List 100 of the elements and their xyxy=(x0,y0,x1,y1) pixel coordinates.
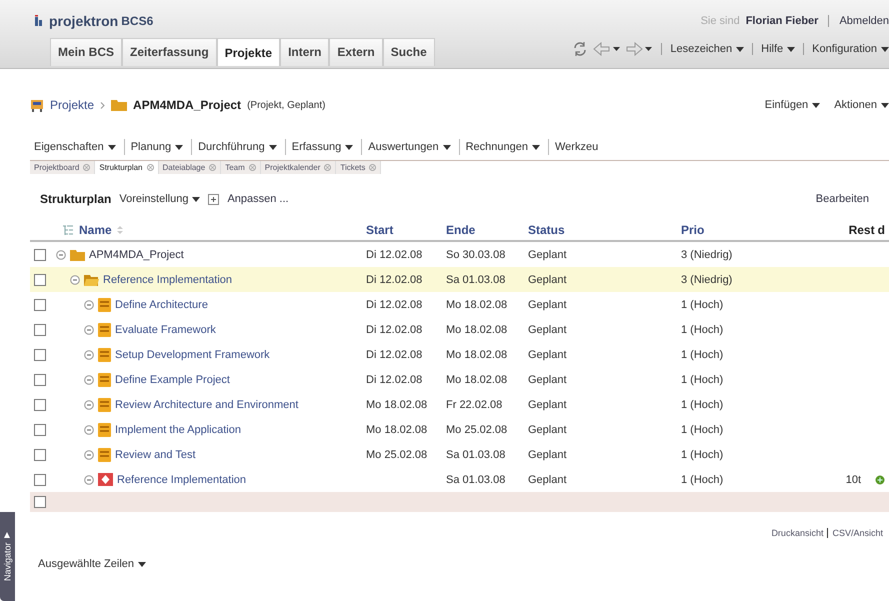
menu-item[interactable]: Werkzeu xyxy=(549,141,606,153)
column-header[interactable]: Start xyxy=(366,223,394,237)
collapse-icon[interactable] xyxy=(84,324,94,334)
close-icon[interactable] xyxy=(146,164,154,172)
menu-item[interactable]: Eigenschaften xyxy=(30,141,124,153)
collapse-icon[interactable] xyxy=(84,300,94,310)
task-name[interactable]: Review Architecture and Environment xyxy=(115,398,298,410)
forward-arrow-icon[interactable] xyxy=(625,42,654,56)
sub-tab[interactable]: Projektkalender xyxy=(260,161,336,174)
user-name: Florian Fieber xyxy=(746,15,818,27)
task-name[interactable]: APM4MDA_Project xyxy=(89,248,184,260)
end-date: Mo 18.02.08 xyxy=(446,374,508,386)
task-name[interactable]: Review and Test xyxy=(115,448,196,460)
task-folder-icon xyxy=(98,448,111,462)
add-circle-icon[interactable] xyxy=(875,474,885,484)
checkbox[interactable] xyxy=(34,448,46,461)
footer-link[interactable]: Druckansicht xyxy=(771,528,824,538)
collapse-icon[interactable] xyxy=(84,424,94,434)
collapse-icon[interactable] xyxy=(84,374,94,384)
start-date: Mo 25.02.08 xyxy=(366,448,428,460)
main-tab[interactable]: Suche xyxy=(382,38,435,66)
task-name[interactable]: Setup Development Framework xyxy=(115,348,270,360)
action-menu[interactable]: Einfügen xyxy=(764,99,820,111)
main-tab[interactable]: Mein BCS xyxy=(50,38,122,66)
task-name[interactable]: Reference Implementation xyxy=(117,474,246,486)
edit-link[interactable]: Bearbeiten xyxy=(816,193,869,205)
task-folder-icon xyxy=(98,422,111,436)
table-row[interactable]: Implement the Application Mo 18.02.08 Mo 25.02.08 Geplant 1 (Hoch) xyxy=(30,417,889,442)
collapse-icon[interactable] xyxy=(84,350,94,360)
caret-icon xyxy=(138,562,146,567)
table-row[interactable]: Reference Implementation Sa 01.03.08 Geplant 1 (Hoch) 10t xyxy=(30,467,889,492)
logout-link[interactable]: Abmelden xyxy=(839,15,889,27)
checkbox[interactable] xyxy=(34,348,46,361)
start-date: Di 12.02.08 xyxy=(366,274,422,286)
column-header[interactable]: Prio xyxy=(681,223,704,237)
back-arrow-icon[interactable] xyxy=(593,42,622,56)
plus-box-icon[interactable] xyxy=(208,194,220,204)
task-name[interactable]: Evaluate Framework xyxy=(115,324,216,336)
collapse-icon[interactable] xyxy=(70,274,80,284)
collapse-icon[interactable] xyxy=(84,450,94,460)
start-date: Di 12.02.08 xyxy=(366,324,422,336)
end-date: Sa 01.03.08 xyxy=(446,448,506,460)
main-tab[interactable]: Extern xyxy=(329,38,383,66)
column-header[interactable]: d xyxy=(878,223,885,237)
collapse-icon[interactable] xyxy=(84,474,94,484)
priority-text: 1 (Hoch) xyxy=(681,474,724,486)
start-date: Di 12.02.08 xyxy=(366,298,422,310)
sub-tab[interactable]: Team xyxy=(221,161,261,174)
preset-menu[interactable]: Voreinstellung xyxy=(119,193,200,205)
task-name[interactable]: Define Example Project xyxy=(115,374,230,386)
sub-tab[interactable]: Dateiablage xyxy=(158,161,222,174)
table-row[interactable]: Define Example Project Di 12.02.08 Mo 18.02.08 Geplant 1 (Hoch) xyxy=(30,367,889,392)
main-tab[interactable]: Zeiterfassung xyxy=(122,38,217,66)
menu-item[interactable]: Durchführung xyxy=(192,141,285,153)
main-tab[interactable]: Intern xyxy=(280,38,330,66)
column-header[interactable]: Rest xyxy=(848,223,875,237)
action-menu[interactable]: Aktionen xyxy=(834,99,889,111)
top-menu[interactable]: Lesezeichen xyxy=(670,43,744,55)
task-name[interactable]: Define Architecture xyxy=(115,298,208,310)
collapse-icon[interactable] xyxy=(56,250,66,260)
breadcrumb-link[interactable]: Projekte xyxy=(50,98,94,112)
menu-item[interactable]: Planung xyxy=(124,141,192,153)
selected-rows-menu[interactable]: Ausgewählte Zeilen xyxy=(38,558,146,570)
footer-link[interactable]: CSV/Ansicht xyxy=(832,528,883,538)
checkbox[interactable] xyxy=(34,324,46,336)
menu-item[interactable]: Auswertungen xyxy=(362,141,459,153)
table-row[interactable]: Evaluate Framework Di 12.02.08 Mo 18.02.08 Geplant 1 (Hoch) xyxy=(30,317,889,342)
checkbox[interactable] xyxy=(34,398,46,411)
checkbox[interactable] xyxy=(34,496,46,508)
column-header[interactable]: Ende xyxy=(446,223,476,237)
column-header[interactable]: Name xyxy=(79,223,112,237)
checkbox[interactable] xyxy=(34,424,46,436)
table-row[interactable]: Setup Development Framework Di 12.02.08 Mo 18.02.08 Geplant 1 (Hoch) xyxy=(30,342,889,367)
table-row[interactable]: APM4MDA_Project Di 12.02.08 So 30.03.08 Geplant 3 (Niedrig) xyxy=(30,241,889,267)
menu-item[interactable]: Rechnungen xyxy=(460,141,548,153)
checkbox[interactable] xyxy=(34,248,46,261)
caret-icon xyxy=(812,102,820,108)
sub-tab[interactable]: Tickets xyxy=(336,161,382,174)
checkbox[interactable] xyxy=(34,474,46,486)
collapse-icon[interactable] xyxy=(84,400,94,410)
checkbox[interactable] xyxy=(34,274,46,286)
main-tab[interactable]: Projekte xyxy=(216,38,280,66)
task-name[interactable]: Implement the Application xyxy=(115,424,241,436)
top-menu[interactable]: Hilfe xyxy=(761,43,796,55)
menu-item[interactable]: Erfassung xyxy=(286,141,362,153)
priority-text: 1 (Hoch) xyxy=(681,324,724,336)
projects-icon xyxy=(30,98,44,112)
top-menu[interactable]: Konfiguration xyxy=(812,43,889,55)
column-header[interactable]: Status xyxy=(528,223,565,237)
table-row[interactable]: Reference Implementation Di 12.02.08 Sa 01.03.08 Geplant 3 (Niedrig) xyxy=(30,267,889,292)
table-row[interactable]: Review Architecture and Environment Mo 18.02.08 Fr 22.02.08 Geplant 1 (Hoch) xyxy=(30,392,889,417)
table-row[interactable]: Define Architecture Di 12.02.08 Mo 18.02.08 Geplant 1 (Hoch) xyxy=(30,292,889,317)
tree-icon[interactable] xyxy=(62,224,74,236)
checkbox[interactable] xyxy=(34,298,46,311)
sub-tab[interactable]: Projektboard xyxy=(30,161,96,174)
start-date: Di 12.02.08 xyxy=(366,348,422,360)
customize-link[interactable]: Anpassen ... xyxy=(227,193,289,205)
navigator-tab[interactable]: Navigator xyxy=(0,512,15,601)
checkbox[interactable] xyxy=(34,374,46,386)
table-row[interactable]: Review and Test Mo 25.02.08 Sa 01.03.08 Geplant 1 (Hoch) xyxy=(30,442,889,467)
